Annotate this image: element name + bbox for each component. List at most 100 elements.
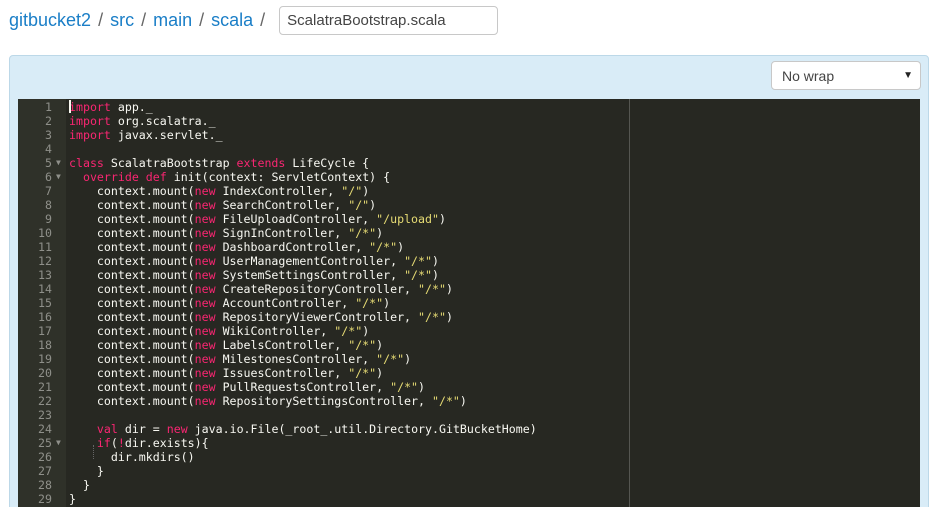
- code-line[interactable]: 14 context.mount(new CreateRepositoryCon…: [18, 282, 920, 296]
- code-line[interactable]: 23: [18, 408, 920, 422]
- code-text: context.mount(new WikiController, "/*"): [69, 324, 370, 338]
- editor-panel: No wrap ▼ 1 import app._ 2 import org.scala…: [9, 55, 929, 507]
- code-line[interactable]: 11 context.mount(new DashboardController…: [18, 240, 920, 254]
- breadcrumb: gitbucket2 / src / main / scala /: [9, 5, 499, 35]
- code-text: val dir = new java.io.File(_root_.util.D…: [96, 422, 537, 436]
- breadcrumb-main-link[interactable]: main: [153, 10, 192, 31]
- line-number: 2: [45, 114, 52, 128]
- chevron-down-icon: ▼: [903, 70, 913, 81]
- line-number: 1: [45, 100, 52, 114]
- breadcrumb-repo-link[interactable]: gitbucket2: [9, 10, 91, 31]
- breadcrumb-separator: /: [199, 9, 205, 30]
- code-line[interactable]: 4: [18, 142, 920, 156]
- breadcrumb-separator: /: [141, 9, 147, 30]
- code-text: context.mount(new PullRequestsController…: [69, 380, 426, 394]
- code-line[interactable]: 3 import javax.servlet._: [18, 128, 920, 142]
- text-cursor: [69, 100, 71, 113]
- fold-toggle-icon[interactable]: ▼: [56, 436, 61, 450]
- line-number: 6: [45, 170, 52, 184]
- code-line[interactable]: 28 }: [18, 478, 920, 492]
- code-text: import javax.servlet._: [69, 128, 223, 142]
- code-text: context.mount(new SearchController, "/"): [69, 198, 377, 212]
- code-line[interactable]: 19 context.mount(new MilestonesControlle…: [18, 352, 920, 366]
- code-line[interactable]: 2 import org.scalatra._: [18, 114, 920, 128]
- line-number: 21: [38, 380, 52, 394]
- code-line[interactable]: 16 context.mount(new RepositoryViewerCon…: [18, 310, 920, 324]
- code-text: import app._: [69, 100, 153, 114]
- code-line[interactable]: 17 context.mount(new WikiController, "/*…: [18, 324, 920, 338]
- line-number: 20: [38, 366, 52, 380]
- code-line[interactable]: 22 context.mount(new RepositorySettingsC…: [18, 394, 920, 408]
- code-text: context.mount(new UserManagementControll…: [69, 254, 439, 268]
- code-line[interactable]: 15 context.mount(new AccountController, …: [18, 296, 920, 310]
- line-number: 22: [38, 394, 52, 408]
- breadcrumb-scala-link[interactable]: scala: [211, 10, 253, 31]
- code-line[interactable]: 18 context.mount(new LabelsController, "…: [18, 338, 920, 352]
- line-number: 5: [45, 156, 52, 170]
- wrap-mode-select[interactable]: No wrap ▼: [771, 61, 921, 90]
- line-number: 25: [38, 436, 52, 450]
- code-text: import org.scalatra._: [69, 114, 216, 128]
- code-line[interactable]: 6 ▼ override def init(context: ServletCon…: [18, 170, 920, 184]
- code-text: context.mount(new RepositorySettingsCont…: [69, 394, 467, 408]
- code-text: context.mount(new SignInController, "/*"…: [69, 226, 384, 240]
- line-number: 18: [38, 338, 52, 352]
- code-line[interactable]: 26 dir.mkdirs(): [18, 450, 920, 464]
- line-number: 9: [45, 212, 52, 226]
- code-text: }: [69, 492, 76, 506]
- line-number: 28: [38, 478, 52, 492]
- code-line[interactable]: 9 context.mount(new FileUploadController…: [18, 212, 920, 226]
- line-number: 16: [38, 310, 52, 324]
- code-text: context.mount(new MilestonesController, …: [69, 352, 412, 366]
- line-number: 29: [38, 492, 52, 506]
- code-line[interactable]: 29}: [18, 492, 920, 506]
- code-text: context.mount(new IssuesController, "/*"…: [69, 366, 384, 380]
- breadcrumb-src-link[interactable]: src: [110, 10, 134, 31]
- line-number: 11: [38, 240, 52, 254]
- code-line[interactable]: 10 context.mount(new SignInController, "…: [18, 226, 920, 240]
- code-line[interactable]: 13 context.mount(new SystemSettingsContr…: [18, 268, 920, 282]
- code-text: context.mount(new CreateRepositoryContro…: [69, 282, 453, 296]
- fold-toggle-icon[interactable]: ▼: [56, 156, 61, 170]
- line-number: 27: [38, 464, 52, 478]
- code-line[interactable]: 8 context.mount(new SearchController, "/…: [18, 198, 920, 212]
- code-line[interactable]: 24 val dir = new java.io.File(_root_.uti…: [18, 422, 920, 436]
- code-line[interactable]: 7 context.mount(new IndexController, "/"…: [18, 184, 920, 198]
- filename-input[interactable]: [279, 5, 499, 35]
- code-line[interactable]: 12 context.mount(new UserManagementContr…: [18, 254, 920, 268]
- code-editor[interactable]: 1 import app._ 2 import org.scalatra._ 3 impo…: [18, 99, 920, 507]
- code-text: context.mount(new FileUploadController, …: [69, 212, 446, 226]
- code-text: }: [69, 478, 90, 492]
- line-number: 7: [45, 184, 52, 198]
- fold-toggle-icon[interactable]: ▼: [56, 170, 61, 184]
- code-text: override def init(context: ServletContex…: [82, 170, 391, 184]
- code-text: }: [69, 464, 104, 478]
- code-text: context.mount(new IndexController, "/"): [69, 184, 370, 198]
- indent-guide: [93, 445, 94, 459]
- wrap-mode-value: No wrap: [782, 67, 835, 84]
- code-text: context.mount(new SystemSettingsControll…: [69, 268, 439, 282]
- line-number: 10: [38, 226, 52, 240]
- code-line[interactable]: 5 ▼ class ScalatraBootstrap extends LifeCy…: [18, 156, 920, 170]
- code-line[interactable]: 21 context.mount(new PullRequestsControl…: [18, 380, 920, 394]
- line-number: 26: [38, 450, 52, 464]
- line-number: 12: [38, 254, 52, 268]
- code-line[interactable]: 20 context.mount(new IssuesController, "…: [18, 366, 920, 380]
- code-text: if(!dir.exists){: [96, 436, 209, 450]
- code-line[interactable]: 27 }: [18, 464, 920, 478]
- code-text: context.mount(new DashboardController, "…: [69, 240, 405, 254]
- code-line[interactable]: 25 ▼ if(!dir.exists){: [18, 436, 920, 450]
- line-number: 17: [38, 324, 52, 338]
- line-number: 15: [38, 296, 52, 310]
- breadcrumb-separator: /: [98, 9, 104, 30]
- code-line[interactable]: 1 import app._: [18, 100, 920, 114]
- line-number: 24: [38, 422, 52, 436]
- code-text: context.mount(new AccountController, "/*…: [69, 296, 391, 310]
- line-number: 14: [38, 282, 52, 296]
- breadcrumb-separator: /: [260, 9, 266, 30]
- line-number: 3: [45, 128, 52, 142]
- line-number: 23: [38, 408, 52, 422]
- line-number: 13: [38, 268, 52, 282]
- code-text: context.mount(new LabelsController, "/*"…: [69, 338, 384, 352]
- code-text: class ScalatraBootstrap extends LifeCycl…: [69, 156, 370, 170]
